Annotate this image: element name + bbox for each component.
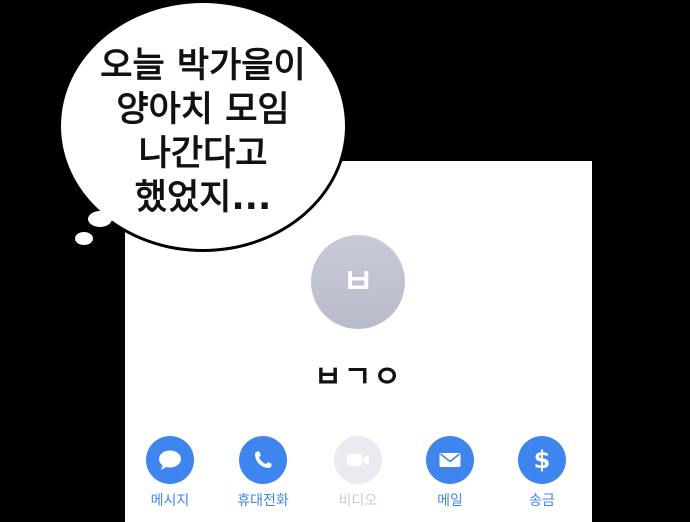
transfer-button[interactable]: $ — [518, 436, 566, 484]
message-button[interactable] — [146, 436, 194, 484]
phone-label: 휴대전화 — [237, 493, 289, 509]
mail-action[interactable]: 메일 — [405, 436, 495, 509]
message-label: 메시지 — [150, 493, 190, 509]
speech-line: 양아치 모임 — [116, 90, 290, 130]
transfer-action[interactable]: $ 송금 — [497, 436, 587, 509]
speech-line: 했었지... — [134, 178, 272, 218]
message-action[interactable]: 메시지 — [125, 436, 215, 509]
video-icon — [347, 454, 369, 466]
contact-name: ㅂㄱㅇ — [314, 360, 403, 395]
mail-button[interactable] — [426, 436, 474, 484]
phone-icon — [255, 451, 272, 468]
dollar-icon: $ — [534, 446, 551, 474]
avatar: ㅂ — [311, 235, 405, 329]
speech-line: 오늘 박가을이 — [100, 46, 306, 86]
video-label: 비디오 — [338, 493, 378, 509]
thought-bubble-dot — [75, 232, 93, 245]
phone-button[interactable] — [239, 436, 287, 484]
mail-icon — [439, 453, 461, 467]
svg-text:$: $ — [534, 446, 551, 474]
message-icon — [159, 450, 181, 470]
speech-line: 나간다고 — [138, 134, 268, 174]
phone-action[interactable]: 휴대전화 — [218, 436, 308, 509]
video-action[interactable]: 비디오 — [313, 436, 403, 509]
contact-actions: 메시지 휴대전화 비디오 메일 $ 송금 — [125, 436, 592, 516]
avatar-initial: ㅂ — [342, 262, 374, 302]
speech-text: 오늘 박가을이 양아치 모임 나간다고 했었지... — [58, 44, 348, 220]
video-button[interactable] — [334, 436, 382, 484]
mail-label: 메일 — [437, 493, 463, 509]
transfer-label: 송금 — [529, 493, 555, 509]
